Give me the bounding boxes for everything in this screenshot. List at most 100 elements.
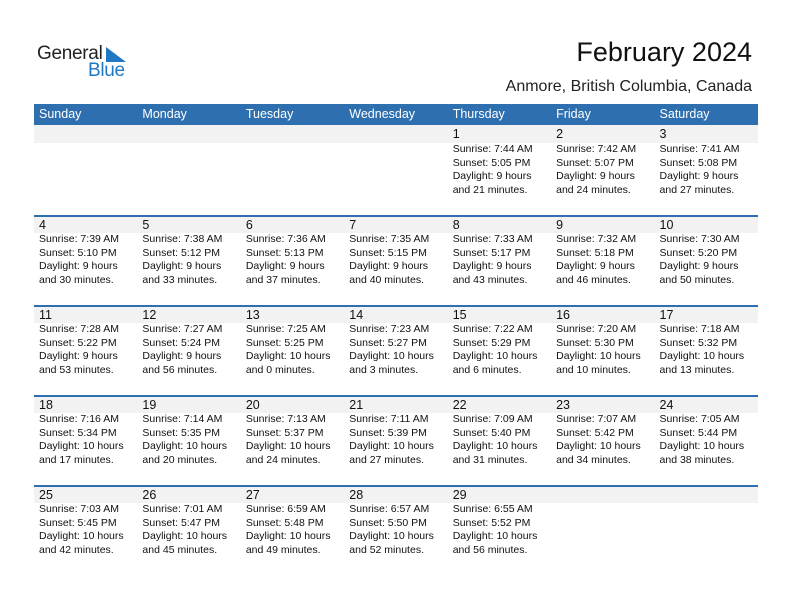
daylight-minutes-text: and 20 minutes. (142, 453, 218, 466)
day-number: 1 (452, 127, 460, 141)
day-number: 23 (556, 398, 571, 412)
day-number: 10 (659, 218, 674, 232)
daylight-text: Daylight: 10 hours (349, 350, 434, 362)
sunset-text: Sunset: 5:08 PM (659, 156, 738, 169)
sunrise-text: Sunrise: 7:05 AM (659, 413, 740, 425)
sunrise-text: Sunrise: 7:35 AM (349, 233, 430, 245)
sunrise-text: Sunrise: 7:23 AM (349, 323, 430, 335)
sunrise-text: Sunrise: 7:33 AM (452, 233, 533, 245)
day-cell: 5 Sunrise: 7:38 AM Sunset: 5:12 PM Daylight… (137, 217, 240, 287)
day-number: 6 (245, 218, 253, 232)
day-cell: 9 Sunrise: 7:32 AM Sunset: 5:18 PM Daylight… (551, 217, 654, 287)
daylight-text: Daylight: 10 hours (245, 350, 331, 362)
sunrise-text: Sunrise: 7:36 AM (245, 233, 326, 245)
daylight-text: Daylight: 9 hours (452, 260, 532, 272)
day-cell: 13 Sunrise: 7:25 AM Sunset: 5:25 PM Dayligh… (241, 307, 344, 377)
daylight-text: Daylight: 10 hours (452, 530, 538, 542)
day-number: 25 (39, 488, 53, 502)
calendar-week: 1 Sunrise: 7:44 AM Sunset: 5:05 PM Daylight… (34, 125, 758, 215)
day-cell: 29 Sunrise: 6:55 AM Sunset: 5:52 PM Dayligh… (448, 487, 551, 557)
day-cell: 22 Sunrise: 7:09 AM Sunset: 5:40 PM Dayligh… (448, 397, 551, 467)
day-cell: 19 Sunrise: 7:14 AM Sunset: 5:35 PM Dayligh… (137, 397, 240, 467)
daylight-minutes-text: and 21 minutes. (452, 183, 528, 196)
daylight-minutes-text: and 37 minutes. (245, 273, 321, 286)
weekday-thursday: Thursday (452, 107, 505, 121)
sunset-text: Sunset: 5:47 PM (142, 516, 221, 529)
day-cell: 7 Sunrise: 7:35 AM Sunset: 5:15 PM Daylight… (344, 217, 447, 287)
day-number: 20 (245, 398, 260, 412)
daylight-minutes-text: and 49 minutes. (245, 543, 321, 556)
week-days: 4 Sunrise: 7:39 AM Sunset: 5:10 PM Daylight… (34, 217, 758, 287)
sunrise-text: Sunrise: 6:57 AM (349, 503, 430, 515)
daylight-minutes-text: and 33 minutes. (142, 273, 218, 286)
calendar-week: 18 Sunrise: 7:16 AM Sunset: 5:34 PM Dayligh… (34, 395, 758, 485)
daylight-text: Daylight: 9 hours (39, 350, 118, 362)
sunset-text: Sunset: 5:48 PM (245, 516, 324, 529)
daylight-text: Daylight: 9 hours (659, 170, 739, 182)
day-cell: 6 Sunrise: 7:36 AM Sunset: 5:13 PM Daylight… (241, 217, 344, 287)
sunset-text: Sunset: 5:34 PM (39, 426, 117, 439)
day-number: 11 (39, 308, 52, 322)
weekday-header: Sunday Monday Tuesday Wednesday Thursday… (34, 104, 758, 125)
daylight-text: Daylight: 10 hours (39, 530, 124, 542)
daylight-text: Daylight: 9 hours (142, 350, 222, 362)
day-cell: 1 Sunrise: 7:44 AM Sunset: 5:05 PM Daylight… (448, 125, 551, 197)
daylight-minutes-text: and 17 minutes. (39, 453, 114, 466)
daylight-text: Daylight: 9 hours (659, 260, 739, 272)
weekday-monday: Monday (142, 107, 187, 121)
daylight-text: Daylight: 10 hours (349, 530, 434, 542)
sunrise-text: Sunrise: 7:41 AM (659, 143, 740, 155)
day-number: 8 (452, 218, 460, 232)
sunset-text: Sunset: 5:44 PM (659, 426, 738, 439)
sunset-text: Sunset: 5:29 PM (452, 336, 531, 349)
empty-day-cell (241, 125, 344, 197)
daylight-minutes-text: and 31 minutes. (452, 453, 528, 466)
sunset-text: Sunset: 5:40 PM (452, 426, 531, 439)
daylight-minutes-text: and 42 minutes. (39, 543, 114, 556)
sunrise-text: Sunrise: 7:07 AM (556, 413, 637, 425)
daylight-minutes-text: and 24 minutes. (245, 453, 321, 466)
daylight-minutes-text: and 45 minutes. (142, 543, 218, 556)
day-number: 27 (245, 488, 260, 502)
calendar-week: 25 Sunrise: 7:03 AM Sunset: 5:45 PM Dayligh… (34, 485, 758, 575)
weekday-friday: Friday (556, 107, 591, 121)
day-cell: 15 Sunrise: 7:22 AM Sunset: 5:29 PM Dayligh… (448, 307, 551, 377)
sunset-text: Sunset: 5:45 PM (39, 516, 117, 529)
sunrise-text: Sunrise: 7:28 AM (39, 323, 119, 335)
empty-day-cell (137, 125, 240, 197)
sunrise-text: Sunrise: 7:18 AM (659, 323, 740, 335)
day-cell: 14 Sunrise: 7:23 AM Sunset: 5:27 PM Dayligh… (344, 307, 447, 377)
day-cell: 17 Sunrise: 7:18 AM Sunset: 5:32 PM Dayligh… (655, 307, 758, 377)
daylight-minutes-text: and 27 minutes. (349, 453, 424, 466)
day-cell: 12 Sunrise: 7:27 AM Sunset: 5:24 PM Dayligh… (137, 307, 240, 377)
day-cell: 28 Sunrise: 6:57 AM Sunset: 5:50 PM Dayligh… (344, 487, 447, 557)
day-number: 14 (349, 308, 364, 322)
sunset-text: Sunset: 5:27 PM (349, 336, 427, 349)
day-number: 16 (556, 308, 571, 322)
sunset-text: Sunset: 5:42 PM (556, 426, 634, 439)
day-cell: 27 Sunrise: 6:59 AM Sunset: 5:48 PM Dayligh… (241, 487, 344, 557)
weekday-sunday: Sunday (39, 107, 82, 121)
sunset-text: Sunset: 5:30 PM (556, 336, 634, 349)
calendar-weeks: 1 Sunrise: 7:44 AM Sunset: 5:05 PM Daylight… (34, 125, 758, 575)
daylight-text: Daylight: 10 hours (452, 440, 538, 452)
day-cell: 3 Sunrise: 7:41 AM Sunset: 5:08 PM Daylight… (655, 125, 758, 197)
day-number: 15 (452, 308, 467, 322)
sunrise-text: Sunrise: 7:27 AM (142, 323, 223, 335)
calendar: Sunday Monday Tuesday Wednesday Thursday… (34, 104, 758, 575)
day-number: 5 (142, 218, 150, 232)
sunrise-text: Sunrise: 7:22 AM (452, 323, 533, 335)
sunset-text: Sunset: 5:32 PM (659, 336, 738, 349)
sunrise-text: Sunrise: 7:16 AM (39, 413, 119, 425)
daylight-text: Daylight: 10 hours (556, 350, 641, 362)
empty-day-cell (655, 487, 758, 557)
daylight-text: Daylight: 9 hours (556, 170, 635, 182)
day-number: 24 (659, 398, 674, 412)
week-days: 18 Sunrise: 7:16 AM Sunset: 5:34 PM Dayligh… (34, 397, 758, 467)
calendar-week: 4 Sunrise: 7:39 AM Sunset: 5:10 PM Daylight… (34, 215, 758, 305)
daylight-minutes-text: and 10 minutes. (556, 363, 631, 376)
day-number: 9 (556, 218, 564, 232)
daylight-minutes-text: and 24 minutes. (556, 183, 631, 196)
daylight-minutes-text: and 50 minutes. (659, 273, 735, 286)
sunrise-text: Sunrise: 7:11 AM (349, 413, 429, 425)
